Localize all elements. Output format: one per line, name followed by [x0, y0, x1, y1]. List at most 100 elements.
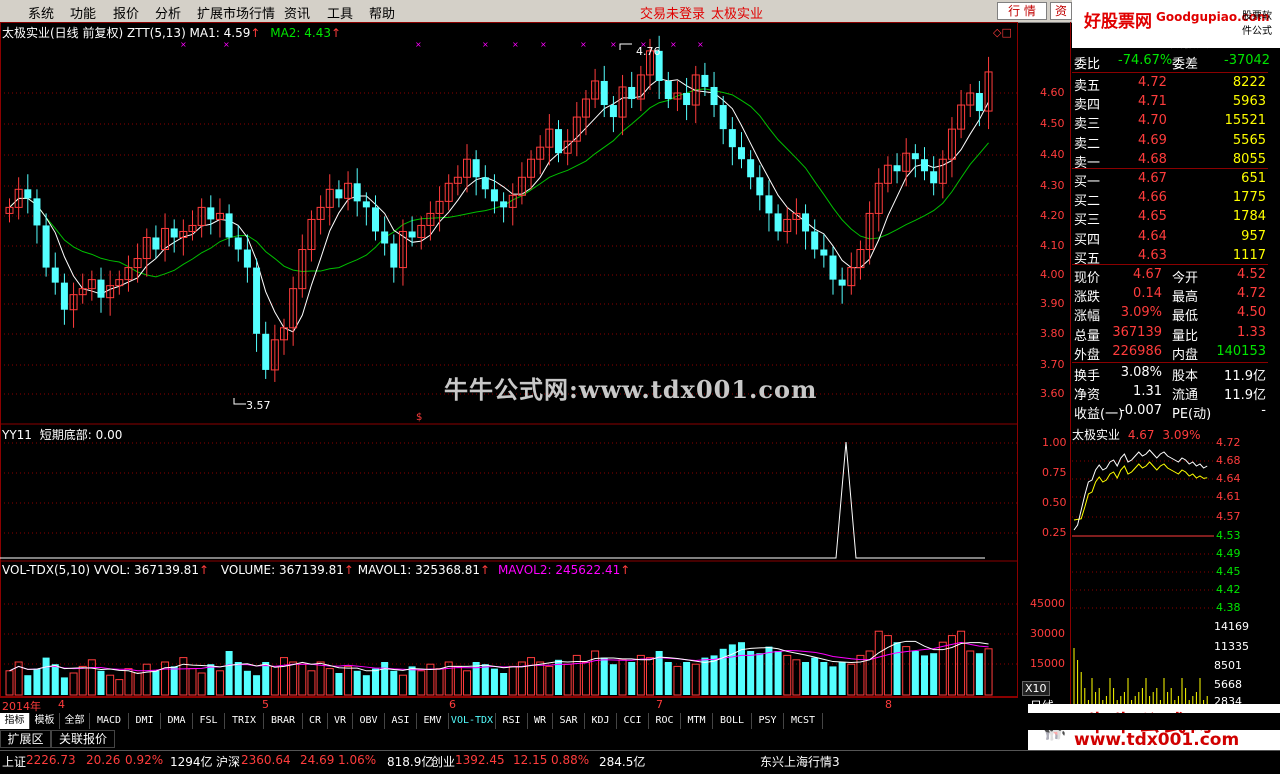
indicator-tab[interactable]: 模板: [30, 713, 60, 729]
indicator-tab[interactable]: RSI: [496, 713, 528, 729]
candle-body: [481, 177, 489, 190]
volume-bar: [5, 670, 14, 696]
status-bar: 上证 2226.73 20.26 0.92% 1294亿 沪深 2360.64 …: [0, 750, 1280, 774]
volume-y-tick: 45000: [1030, 597, 1065, 610]
volume-bar: [398, 674, 407, 696]
indicator-tab[interactable]: MACD: [90, 713, 129, 729]
volume-bar: [307, 670, 316, 696]
minute-volume-tick: 14169: [1214, 620, 1249, 633]
bid-price: 4.65: [1138, 209, 1167, 225]
stat-label-2: 股本: [1172, 369, 1199, 384]
candle-body: [253, 267, 261, 334]
minute-price-line: [1073, 449, 1208, 531]
bid-label: 买二: [1074, 194, 1101, 210]
stat-value: 3.09%: [1120, 305, 1162, 321]
stat-value-2: 4.52: [1237, 267, 1266, 282]
login-status[interactable]: 交易未登录: [640, 3, 705, 22]
indicator-tab[interactable]: VOL-TDX: [449, 713, 496, 729]
menu-extended-market[interactable]: 扩展市场行情: [197, 3, 275, 22]
indicator1-header: YY11 短期底部: 0.00: [2, 426, 122, 443]
volume-bar: [188, 668, 197, 696]
indicator-tab[interactable]: EMV: [417, 713, 449, 729]
volume-bar: [24, 675, 32, 695]
indicator-tab[interactable]: CR: [303, 713, 328, 729]
candle-body: [42, 225, 50, 268]
ask-label: 卖五: [1074, 79, 1101, 94]
candle-body: [930, 171, 938, 184]
volume-bar: [381, 662, 389, 695]
menu-system[interactable]: 系统: [28, 3, 54, 22]
candle-body: [719, 105, 727, 130]
candle-body: [664, 80, 672, 100]
candle-body: [600, 80, 608, 106]
candle-body: [921, 159, 928, 172]
minute-price-tick: 4.64: [1216, 472, 1241, 485]
main-y-tick: 4.30: [1040, 179, 1065, 192]
stat-value-2: -: [1261, 403, 1266, 419]
volume-bar: [664, 662, 672, 695]
minute-volume-tick: 8501: [1214, 659, 1242, 672]
candle-body: [820, 249, 828, 256]
indicator-tab[interactable]: BRAR: [264, 713, 303, 729]
menu-quote[interactable]: 报价: [113, 3, 139, 22]
extension-tab[interactable]: 扩展区: [0, 730, 51, 748]
hs-value: 2360.64: [241, 753, 291, 767]
stat-label-2: PE(动): [1172, 407, 1212, 423]
indicator-tab[interactable]: DMI: [129, 713, 161, 729]
ask-row: 卖三 4.70 15521: [1072, 112, 1268, 132]
volume-bar: [838, 662, 846, 695]
indicator-tab[interactable]: 全部: [60, 713, 90, 729]
indicator-tab[interactable]: MCST: [784, 713, 823, 729]
volume-bar: [957, 630, 966, 696]
stat-label-2: 今开: [1172, 271, 1199, 286]
signal-mark: ×: [223, 40, 230, 49]
indicator-tab[interactable]: SAR: [553, 713, 585, 729]
menu-news[interactable]: 资讯: [284, 3, 310, 22]
volume-bar: [673, 665, 682, 696]
trade-button[interactable]: 资: [1050, 2, 1072, 20]
indicator-tab[interactable]: WR: [528, 713, 553, 729]
indicator-tab[interactable]: MTM: [681, 713, 713, 729]
x-label-aug: 8: [885, 698, 892, 711]
volume-bar: [847, 663, 856, 696]
extension-tab[interactable]: 关联报价: [51, 730, 115, 748]
indicator-tab[interactable]: VR: [328, 713, 353, 729]
indicator-tab[interactable]: ROC: [649, 713, 681, 729]
server-name[interactable]: 东兴上海行情3: [760, 753, 840, 770]
candle-body: [408, 231, 416, 238]
volume-bar: [636, 654, 645, 696]
stat-value: 1.31: [1133, 384, 1162, 400]
stat-value: -0.007: [1120, 403, 1162, 419]
bid-volume: 957: [1241, 228, 1266, 244]
candle-body: [335, 189, 343, 199]
volume-bar: [97, 670, 105, 695]
indicator-tab[interactable]: PSY: [752, 713, 784, 729]
minute-price-tick: 4.42: [1216, 583, 1241, 596]
volume-bar: [774, 651, 782, 695]
candle-body: [710, 86, 718, 106]
quote-button[interactable]: 行 情: [997, 2, 1047, 20]
indicator-tab[interactable]: OBV: [353, 713, 385, 729]
menu-help[interactable]: 帮助: [369, 3, 395, 22]
stat-value: 4.67: [1133, 267, 1162, 282]
stat-value-2: 11.9亿: [1224, 388, 1266, 404]
high-marker: [619, 43, 632, 50]
volume-bar: [802, 662, 810, 695]
volume-bar: [417, 670, 426, 696]
indicator-tab[interactable]: KDJ: [585, 713, 617, 729]
menu-function[interactable]: 功能: [70, 3, 96, 22]
indicator-tab[interactable]: 指标: [0, 713, 30, 729]
menu-tools[interactable]: 工具: [327, 3, 353, 22]
indicator-tab[interactable]: CCI: [617, 713, 649, 729]
indicator-tab[interactable]: FSL: [193, 713, 225, 729]
menu-analysis[interactable]: 分析: [155, 3, 181, 22]
indicator-tab[interactable]: BOLL: [713, 713, 752, 729]
signal-mark: ×: [180, 40, 187, 49]
volume-bar: [106, 674, 115, 696]
volume-bar: [243, 670, 251, 695]
indicator-tab[interactable]: TRIX: [225, 713, 264, 729]
volume-bar: [435, 668, 444, 696]
indicator-tab[interactable]: ASI: [385, 713, 417, 729]
chart-corner-diamond-icon[interactable]: ◇□: [993, 26, 1012, 39]
indicator-tab[interactable]: DMA: [161, 713, 193, 729]
